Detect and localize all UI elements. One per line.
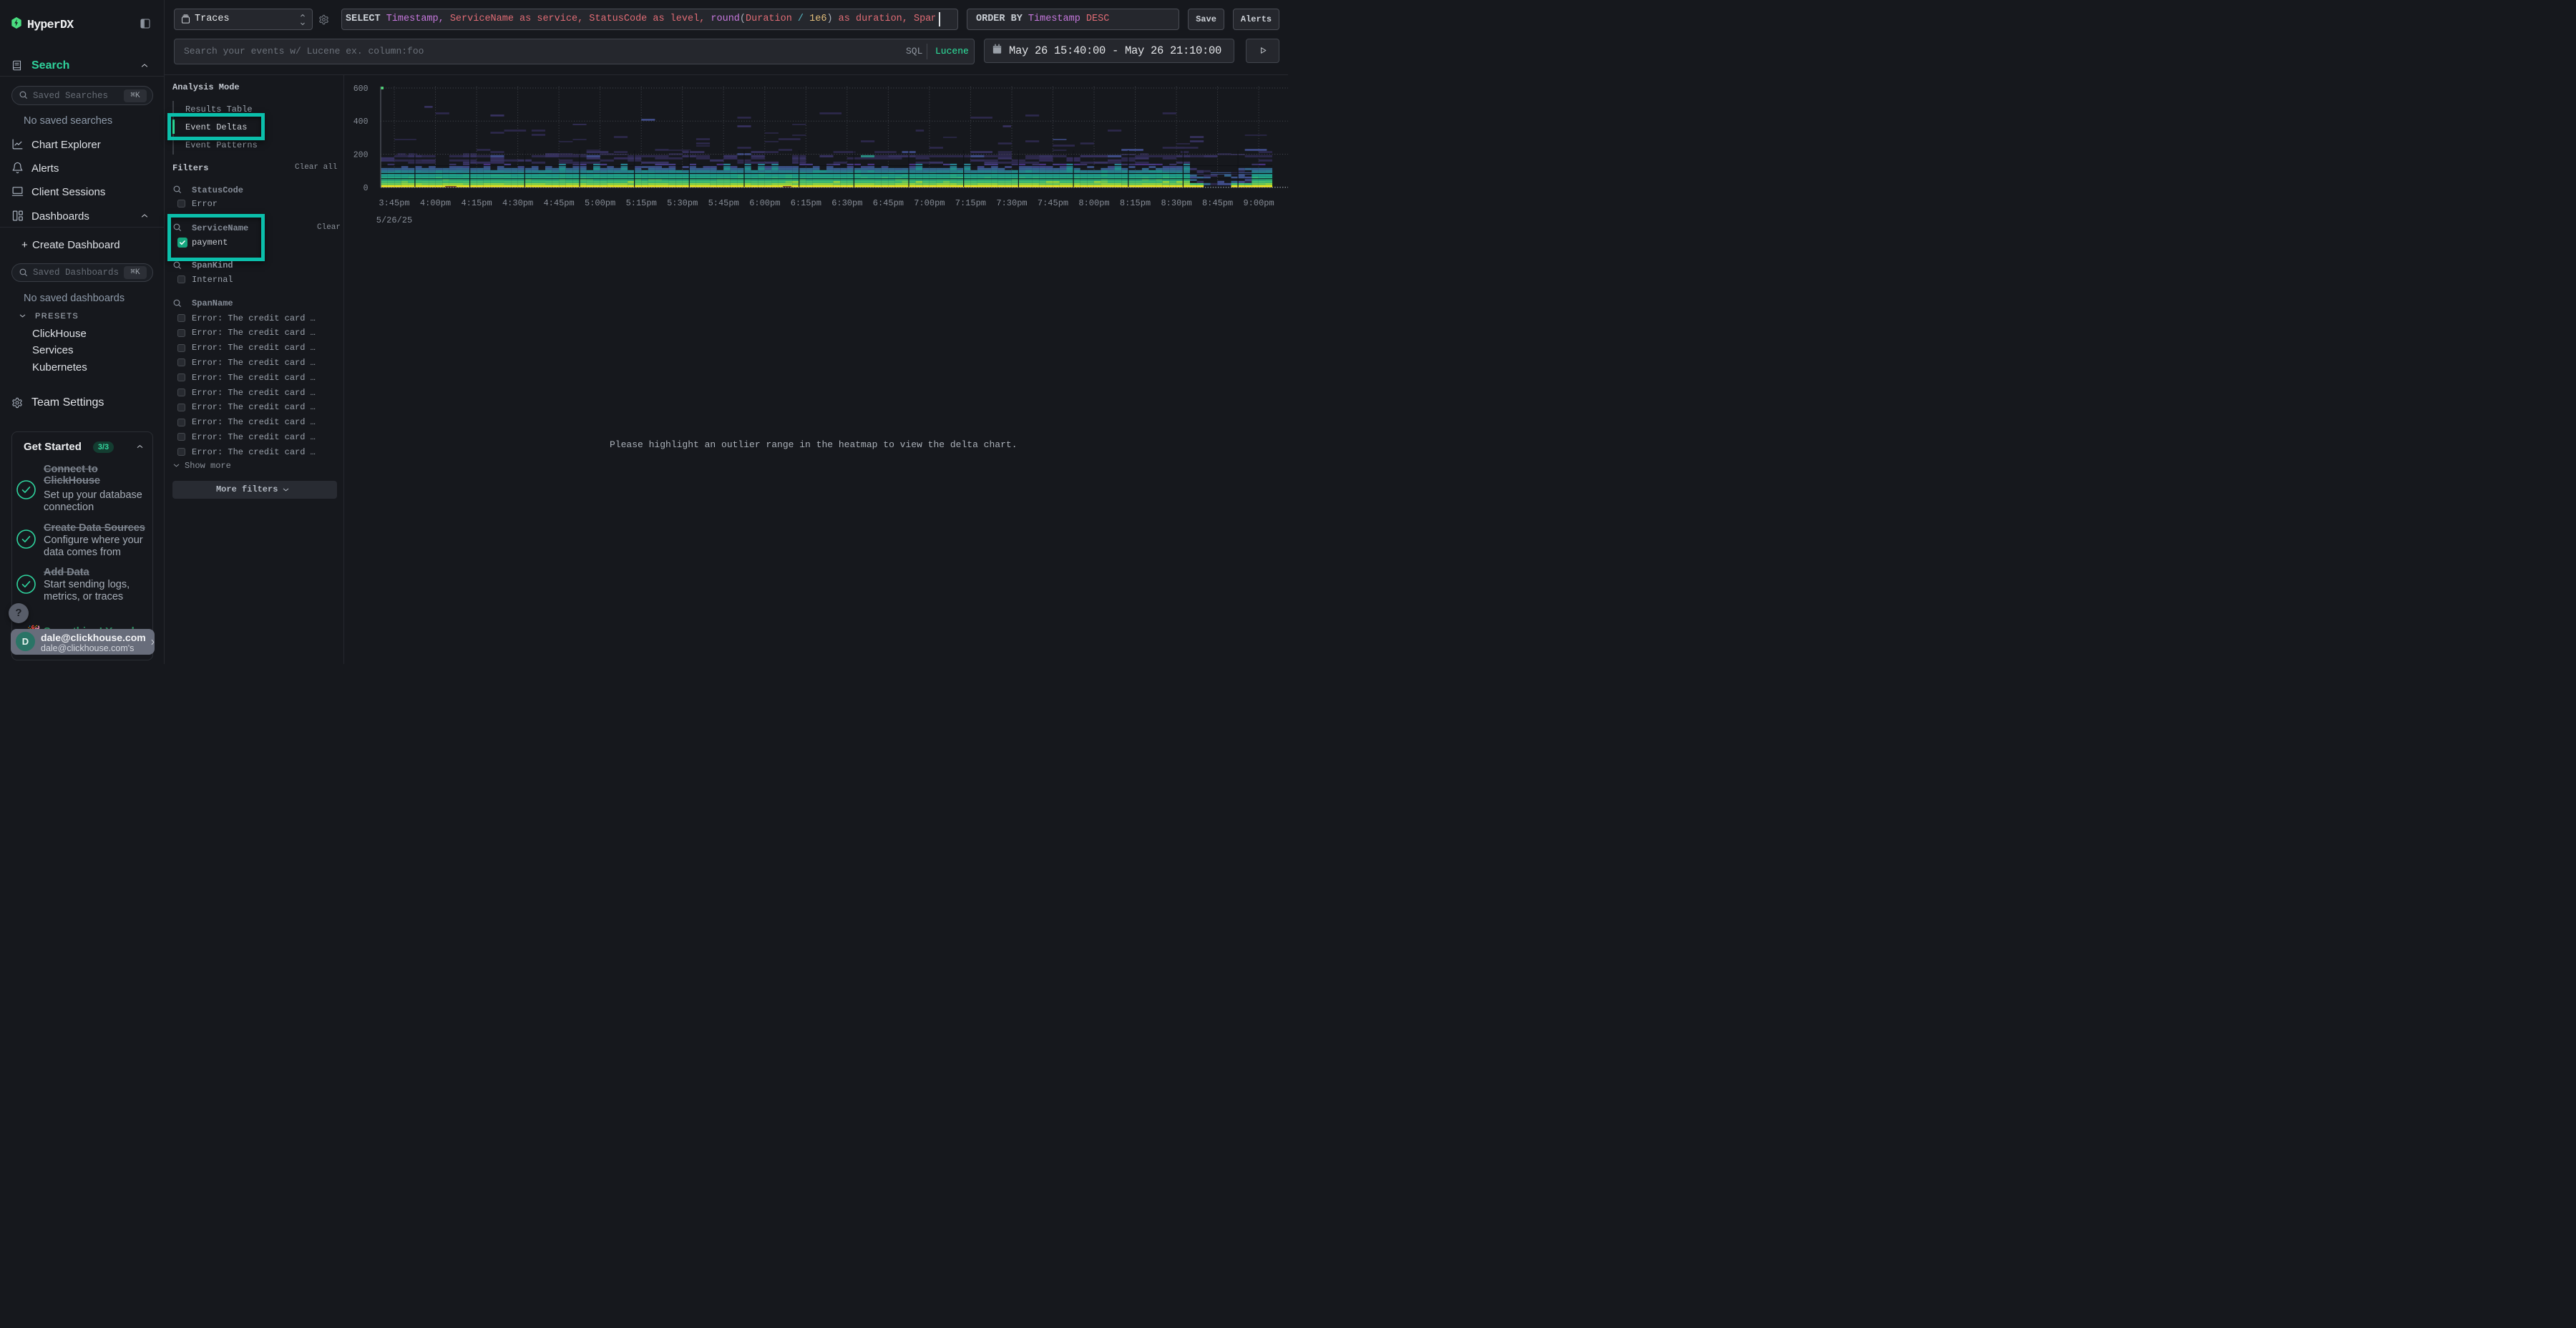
svg-text:8:45pm: 8:45pm: [1202, 198, 1233, 208]
svg-text:5/26/25: 5/26/25: [376, 215, 412, 225]
svg-text:6:15pm: 6:15pm: [791, 198, 821, 208]
svg-text:7:00pm: 7:00pm: [914, 198, 945, 208]
svg-text:5:15pm: 5:15pm: [626, 198, 657, 208]
svg-text:200: 200: [353, 151, 369, 160]
svg-text:4:30pm: 4:30pm: [502, 198, 533, 208]
svg-text:6:00pm: 6:00pm: [749, 198, 780, 208]
svg-text:600: 600: [353, 84, 369, 94]
svg-text:8:15pm: 8:15pm: [1120, 198, 1151, 208]
svg-text:8:30pm: 8:30pm: [1161, 198, 1191, 208]
svg-text:4:45pm: 4:45pm: [543, 198, 574, 208]
svg-text:7:30pm: 7:30pm: [996, 198, 1027, 208]
svg-text:4:15pm: 4:15pm: [461, 198, 492, 208]
svg-text:5:30pm: 5:30pm: [667, 198, 698, 208]
svg-text:4:00pm: 4:00pm: [420, 198, 451, 208]
svg-text:6:30pm: 6:30pm: [831, 198, 862, 208]
svg-text:400: 400: [353, 117, 369, 127]
svg-text:7:15pm: 7:15pm: [955, 198, 986, 208]
svg-text:0: 0: [364, 184, 369, 193]
svg-text:5:00pm: 5:00pm: [585, 198, 615, 208]
svg-text:9:00pm: 9:00pm: [1243, 198, 1274, 208]
svg-text:5:45pm: 5:45pm: [708, 198, 739, 208]
svg-text:7:45pm: 7:45pm: [1038, 198, 1068, 208]
svg-text:3:45pm: 3:45pm: [379, 198, 409, 208]
svg-text:8:00pm: 8:00pm: [1078, 198, 1109, 208]
svg-text:6:45pm: 6:45pm: [873, 198, 904, 208]
